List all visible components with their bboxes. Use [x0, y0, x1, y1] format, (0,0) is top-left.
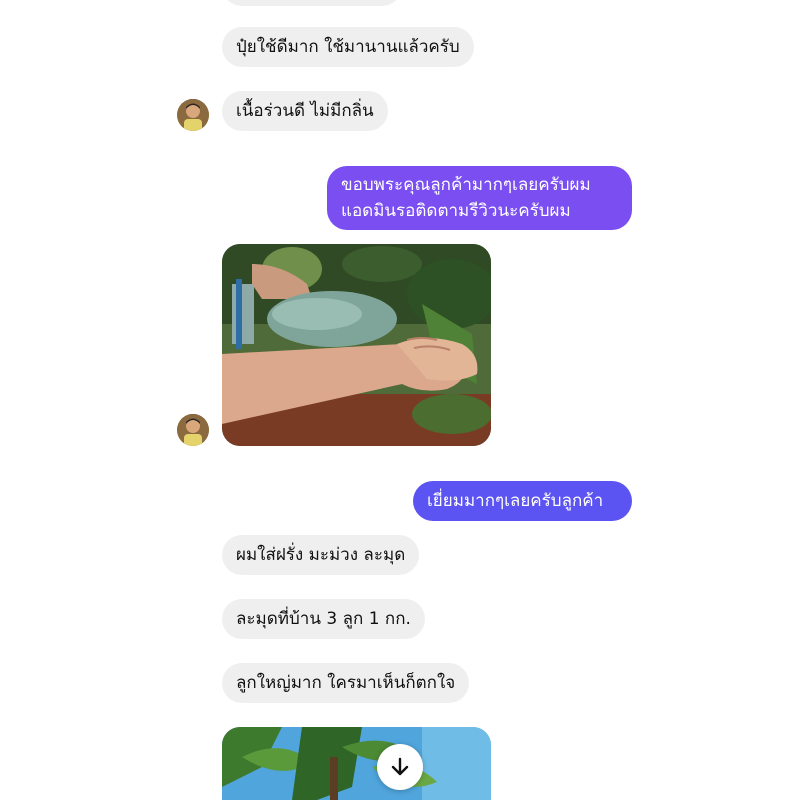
message-text-line: แอดมินรอติดตามรีวิวนะครับผม [341, 201, 571, 221]
user-avatar-icon [177, 414, 209, 446]
mango-photo-image [222, 244, 491, 446]
message-text: ลูกใหญ่มาก ใครมาเห็นก็ตกใจ [236, 673, 456, 693]
message-bubble[interactable]: เนื้อร่วนดี ไม่มีกลิ่น [222, 91, 388, 131]
message-bubble[interactable]: ลูกใหญ่มาก ใครมาเห็นก็ตกใจ [222, 663, 470, 703]
message-bubble-outgoing[interactable]: เยี่ยมมากๆเลยครับลูกค้า [413, 481, 632, 521]
message-bubble-outgoing[interactable]: ขอบพระคุณลูกค้ามากๆเลยครับผม แอดมินรอติด… [327, 166, 632, 230]
message-bubble[interactable]: ผมใส่ฝรั่ง มะม่วง ละมุด [222, 535, 420, 575]
message-text: เนื้อร่วนดี ไม่มีกลิ่น [236, 101, 374, 121]
message-text: ละมุดที่บ้าน 3 ลูก 1 กก. [236, 609, 411, 629]
message-bubble[interactable]: ปุ๋ยใช้ดีมาก ใช้มานานแล้วครับ [222, 27, 474, 67]
message-text: เยี่ยมมากๆเลยครับลูกค้า [427, 491, 604, 511]
message-bubble[interactable]: ละมุดที่บ้าน 3 ลูก 1 กก. [222, 599, 425, 639]
message-text-line: ขอบพระคุณลูกค้ามากๆเลยครับผม [341, 175, 591, 195]
sender-avatar[interactable] [177, 99, 209, 131]
tree-photo-image [222, 727, 491, 800]
sender-avatar[interactable] [177, 414, 209, 446]
message-photo-mango[interactable] [222, 244, 491, 446]
message-bubble-cut [222, 0, 402, 6]
message-photo-tree[interactable] [222, 727, 491, 800]
message-text: ปุ๋ยใช้ดีมาก ใช้มานานแล้วครับ [236, 37, 460, 57]
scroll-to-bottom-button[interactable] [377, 744, 423, 790]
message-text: ผมใส่ฝรั่ง มะม่วง ละมุด [236, 545, 406, 565]
user-avatar-icon [177, 99, 209, 131]
arrow-down-icon [391, 757, 409, 776]
